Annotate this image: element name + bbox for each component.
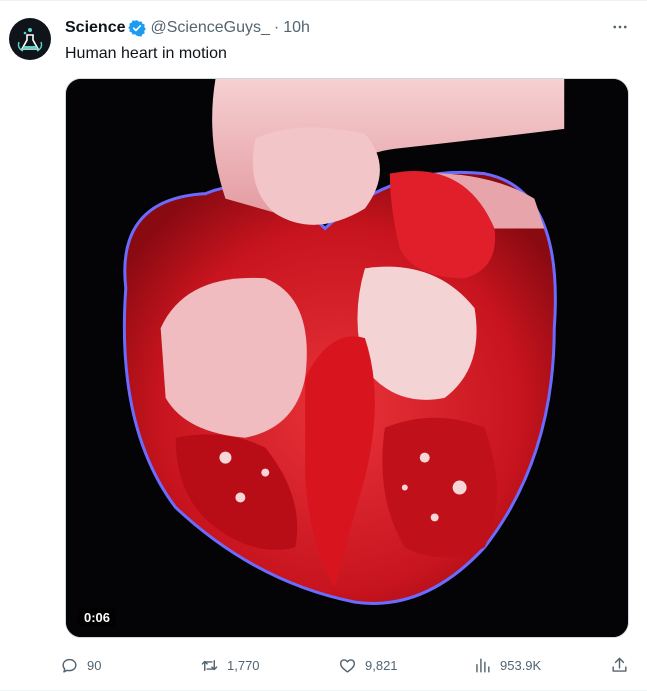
like-count: 9,821	[365, 657, 398, 673]
reply-icon	[62, 658, 77, 673]
avatar[interactable]	[9, 18, 51, 60]
author-name[interactable]: Science	[65, 17, 125, 39]
more-icon[interactable]	[607, 14, 633, 40]
timestamp[interactable]: 10h	[283, 17, 310, 39]
like-button[interactable]: 9,821	[338, 651, 398, 679]
verified-badge-icon	[128, 19, 147, 37]
video-player[interactable]: 0:06	[65, 78, 629, 638]
tweet-header: Science @ScienceGuys_ · 10h	[65, 17, 635, 39]
heart-video-frame	[66, 79, 628, 637]
author-handle[interactable]: @ScienceGuys_	[150, 17, 269, 39]
share-button[interactable]	[610, 651, 629, 679]
separator-dot: ·	[273, 19, 280, 36]
action-bar: 90 1,770 9,821 953.9K	[60, 651, 635, 679]
tweet-text: Human heart in motion	[65, 45, 227, 62]
views-button[interactable]: 953.9K	[473, 651, 541, 679]
video-duration: 0:06	[78, 608, 117, 627]
like-icon	[339, 658, 356, 673]
views-count: 953.9K	[500, 657, 542, 673]
retweet-button[interactable]: 1,770	[200, 651, 260, 679]
reply-count: 90	[87, 657, 102, 673]
science-logo-icon	[17, 28, 43, 52]
retweet-count: 1,770	[227, 657, 260, 673]
reply-button[interactable]: 90	[60, 651, 101, 679]
tweet-card[interactable]: Science @ScienceGuys_ · 10h Human heart …	[0, 0, 647, 691]
views-icon	[476, 657, 490, 673]
share-icon	[612, 657, 627, 672]
retweet-icon	[201, 659, 218, 671]
